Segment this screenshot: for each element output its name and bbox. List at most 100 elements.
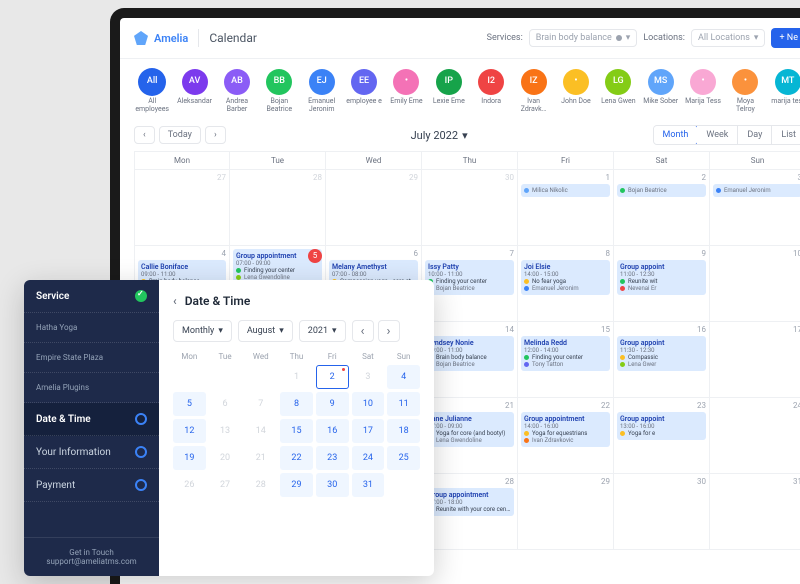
mini-day[interactable]: 22: [280, 446, 313, 470]
mini-day[interactable]: 17: [352, 419, 385, 443]
mini-prev-button[interactable]: ‹: [352, 320, 374, 342]
mini-next-button[interactable]: ›: [378, 320, 400, 342]
service-subline: Amelia Plugins: [24, 373, 159, 403]
view-month[interactable]: Month: [653, 125, 699, 145]
day-cell[interactable]: 27: [134, 170, 230, 246]
day-cell[interactable]: 3Emanuel Jeronim: [710, 170, 800, 246]
view-day[interactable]: Day: [738, 126, 772, 144]
event-card[interactable]: Lyndsey Nonie09:00 - 11:00Brain body bal…: [425, 336, 514, 371]
employee-avatar[interactable]: I2Indora: [473, 69, 509, 113]
month-select[interactable]: August▾: [238, 320, 293, 342]
recurrence-select[interactable]: Monthly▾: [173, 320, 232, 342]
employee-avatar[interactable]: AVAleksandar: [176, 69, 212, 113]
event-card[interactable]: Group appoint11:00 - 12:30Reunite witNev…: [617, 260, 706, 295]
mini-day[interactable]: 11: [387, 392, 420, 416]
employee-avatar[interactable]: AllAll employees: [134, 69, 170, 113]
event-card[interactable]: Group appoint11:30 - 12:30CompassicLena …: [617, 336, 706, 371]
locations-select[interactable]: All Locations▾: [691, 29, 765, 47]
employee-avatar[interactable]: BBBojan Beatrice: [261, 69, 297, 113]
day-cell[interactable]: 31: [710, 474, 800, 550]
event-card[interactable]: Bojan Beatrice: [617, 184, 706, 197]
day-cell[interactable]: 29: [326, 170, 422, 246]
employee-avatar[interactable]: •Moya Telroy: [727, 69, 763, 113]
mini-day[interactable]: 15: [280, 419, 313, 443]
mini-day[interactable]: 24: [352, 446, 385, 470]
day-cell[interactable]: 30: [614, 474, 710, 550]
day-cell[interactable]: 30: [422, 170, 518, 246]
employee-avatar[interactable]: LGLena Gwen: [600, 69, 636, 113]
day-cell[interactable]: 28Group appointment17:00 - 18:00Reunite …: [422, 474, 518, 550]
event-card[interactable]: Emanuel Jeronim: [713, 184, 800, 197]
year-select[interactable]: 2021▾: [299, 320, 346, 342]
mini-day[interactable]: 2: [316, 365, 349, 389]
mini-day[interactable]: 25: [387, 446, 420, 470]
day-cell[interactable]: 28: [230, 170, 326, 246]
day-cell[interactable]: 24: [710, 398, 800, 474]
mini-day[interactable]: 16: [316, 419, 349, 443]
circle-icon: [135, 479, 147, 491]
day-cell[interactable]: 21Lane Julianne07:00 - 09:00Yoga for cor…: [422, 398, 518, 474]
employee-avatar[interactable]: MSMike Sober: [643, 69, 679, 113]
day-cell[interactable]: 10: [710, 246, 800, 322]
event-card[interactable]: Group appoint13:00 - 16:00Yoga for e: [617, 412, 706, 440]
event-card[interactable]: Issy Patty10:00 - 11:00Finding your cent…: [425, 260, 514, 295]
day-cell[interactable]: 14Lyndsey Nonie09:00 - 11:00Brain body b…: [422, 322, 518, 398]
day-cell[interactable]: 8Joi Elsie14:00 - 15:00No fear yogaEmanu…: [518, 246, 614, 322]
mini-day[interactable]: 29: [280, 473, 313, 497]
day-cell[interactable]: 15Melinda Redd12:00 - 14:00Finding your …: [518, 322, 614, 398]
day-cell[interactable]: 9Group appoint11:00 - 12:30Reunite witNe…: [614, 246, 710, 322]
today-button[interactable]: Today: [159, 126, 201, 144]
prev-button[interactable]: ‹: [134, 126, 155, 144]
event-card[interactable]: Group appointment17:00 - 18:00Reunite wi…: [425, 488, 514, 516]
view-week[interactable]: Week: [697, 126, 738, 144]
mini-day[interactable]: 31: [352, 473, 385, 497]
mini-day[interactable]: 12: [173, 419, 206, 443]
mini-day[interactable]: 9: [316, 392, 349, 416]
month-label[interactable]: July 2022▾: [411, 129, 468, 142]
calendar-toolbar: ‹ Today › July 2022▾ MonthWeekDayList: [120, 119, 800, 151]
employee-avatar[interactable]: MTmarija test: [770, 69, 800, 113]
mini-day: 1: [280, 365, 313, 389]
chevron-down-icon: ▾: [279, 326, 284, 336]
step-item[interactable]: Date & Time: [24, 403, 159, 436]
day-cell[interactable]: 29: [518, 474, 614, 550]
employee-avatar[interactable]: EEemployee e: [346, 69, 382, 113]
mini-day[interactable]: 19: [173, 446, 206, 470]
mini-day[interactable]: 18: [387, 419, 420, 443]
day-cell[interactable]: 16Group appoint11:30 - 12:30CompassicLen…: [614, 322, 710, 398]
employee-avatar[interactable]: •Marija Tess: [685, 69, 721, 113]
step-item[interactable]: Payment: [24, 469, 159, 502]
event-card[interactable]: Group appointment14:00 - 16:00Yoga for e…: [521, 412, 610, 447]
event-card[interactable]: Joi Elsie14:00 - 15:00No fear yogaEmanue…: [521, 260, 610, 295]
event-card[interactable]: Lane Julianne07:00 - 09:00Yoga for core …: [425, 412, 514, 447]
new-button[interactable]: + Ne: [771, 28, 800, 48]
day-cell[interactable]: 7Issy Patty10:00 - 11:00Finding your cen…: [422, 246, 518, 322]
employee-avatar[interactable]: IPLexie Eme: [431, 69, 467, 113]
event-card[interactable]: Melinda Redd12:00 - 14:00Finding your ce…: [521, 336, 610, 371]
day-cell[interactable]: 23Group appoint13:00 - 16:00Yoga for e: [614, 398, 710, 474]
view-list[interactable]: List: [772, 126, 800, 144]
mini-day[interactable]: 4: [387, 365, 420, 389]
mini-day[interactable]: 5: [173, 392, 206, 416]
employee-avatar[interactable]: •John Doe: [558, 69, 594, 113]
employee-avatar[interactable]: ABAndrea Barber: [219, 69, 255, 113]
step-service[interactable]: Service: [24, 280, 159, 313]
services-chip[interactable]: Brain body balance▾: [529, 29, 638, 47]
mini-day[interactable]: 23: [316, 446, 349, 470]
mini-day[interactable]: 10: [352, 392, 385, 416]
step-item[interactable]: Your Information: [24, 436, 159, 469]
weekday-header: Sun: [710, 151, 800, 170]
day-cell[interactable]: 2Bojan Beatrice: [614, 170, 710, 246]
employee-avatar[interactable]: •Emily Eme: [388, 69, 424, 113]
employee-avatar[interactable]: IZIvan Zdravk…: [515, 69, 551, 113]
mini-day[interactable]: 30: [316, 473, 349, 497]
day-cell[interactable]: 1Milica Nikolic: [518, 170, 614, 246]
next-button[interactable]: ›: [205, 126, 226, 144]
back-button[interactable]: ‹: [173, 294, 177, 308]
mini-day[interactable]: 8: [280, 392, 313, 416]
event-card[interactable]: Milica Nikolic: [521, 184, 610, 197]
employee-avatar[interactable]: EJEmanuel Jeronim: [304, 69, 340, 113]
day-cell[interactable]: 22Group appointment14:00 - 16:00Yoga for…: [518, 398, 614, 474]
day-cell[interactable]: 17: [710, 322, 800, 398]
mini-day: 7: [244, 392, 277, 416]
